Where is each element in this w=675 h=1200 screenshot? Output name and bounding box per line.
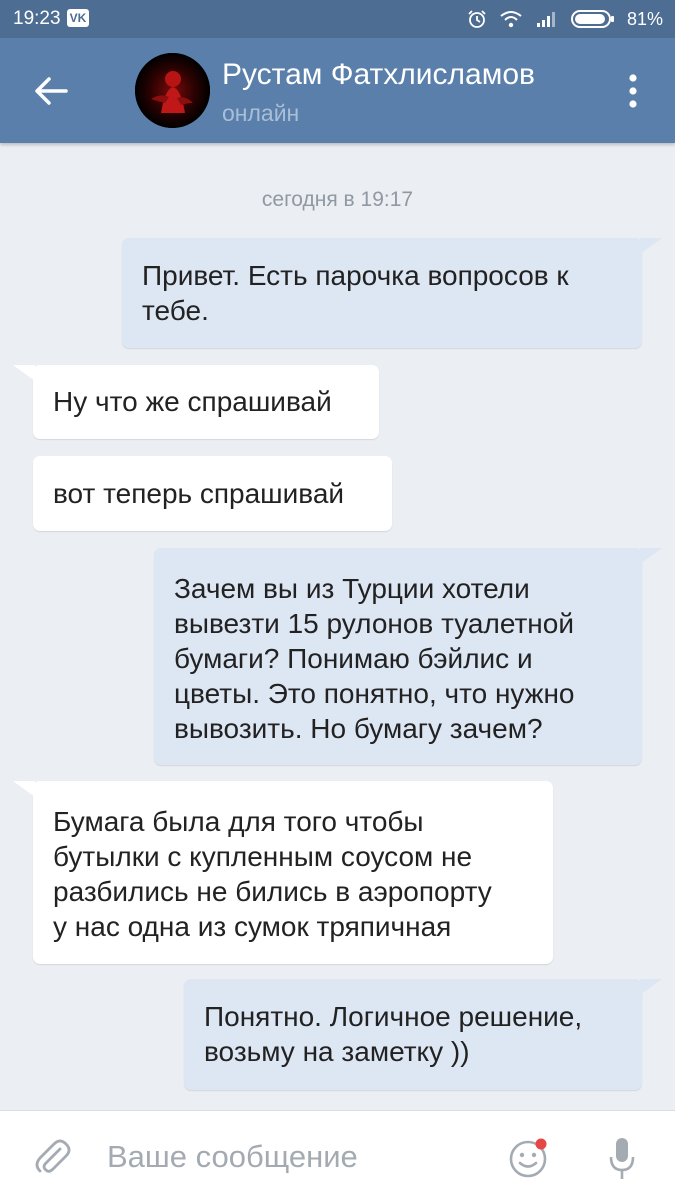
bubble-tail	[13, 365, 35, 381]
bubble-tail	[13, 781, 35, 797]
back-arrow-icon	[35, 77, 68, 105]
message-incoming[interactable]: Ну что же спрашивай	[33, 365, 379, 439]
message-composer	[0, 1110, 675, 1200]
message-incoming[interactable]: вот теперь спрашивай	[33, 456, 392, 531]
voice-message-button[interactable]	[606, 1135, 638, 1183]
avatar[interactable]	[135, 53, 210, 128]
message-text-line: Зачем вы из Турции хотели	[174, 573, 530, 604]
more-options-button[interactable]	[620, 68, 646, 114]
message-text-line: вывозить. Но бумагу зачем?	[174, 713, 543, 744]
message-text-line: разбились не бились в аэропорту	[53, 876, 492, 907]
message-text-line: бумаги? Понимаю бэйлис и	[174, 643, 533, 674]
message-text-line: цветы. Это понятно, что нужно	[174, 678, 575, 709]
message-outgoing[interactable]: Привет. Есть парочка вопросов к тебе.	[122, 238, 642, 348]
bubble-tail	[640, 548, 662, 564]
paperclip-icon	[35, 1139, 71, 1173]
message-text-line: возьму на заметку ))	[204, 1036, 470, 1067]
bubble-tail	[640, 238, 662, 254]
message-incoming[interactable]: Бумага была для того чтобы бутылки с куп…	[33, 781, 553, 964]
wifi-icon	[500, 11, 522, 28]
emoji-icon	[509, 1138, 547, 1178]
message-text-line: вот теперь спрашивай	[53, 478, 345, 509]
message-outgoing[interactable]: Зачем вы из Турции хотели вывезти 15 рул…	[154, 548, 642, 765]
status-icons: 81%	[467, 6, 663, 32]
message-text-line: Ну что же спрашивай	[53, 386, 332, 417]
alarm-icon	[468, 10, 486, 28]
presence-status: онлайн	[222, 100, 300, 126]
date-separator: сегодня в 19:17	[261, 188, 414, 211]
signal-icon	[536, 12, 555, 27]
bubble-tail	[640, 979, 662, 995]
status-bar: 19:23 VK 81%	[0, 0, 675, 38]
message-outgoing[interactable]: Понятно. Логичное решение, возьму на зам…	[184, 979, 642, 1090]
message-text-line: вывезти 15 рулонов туалетной	[174, 608, 574, 639]
chat-header: Рустам Фатхлисламов онлайн	[0, 38, 675, 143]
avatar-image	[135, 53, 210, 128]
battery-percent: 81%	[626, 8, 663, 29]
message-text-line: тебе.	[142, 295, 209, 326]
message-text-line: Понятно. Логичное решение,	[204, 1001, 583, 1032]
vk-notification-icon: VK	[67, 9, 89, 27]
microphone-icon	[609, 1138, 635, 1179]
message-text-line: бутылки с купленным соусом не	[53, 841, 473, 872]
battery-icon	[570, 10, 614, 28]
notification-dot	[535, 1138, 547, 1150]
contact-name[interactable]: Рустам Фатхлисламов	[222, 58, 535, 92]
message-text-line: Привет. Есть парочка вопросов к	[142, 260, 569, 291]
message-text-line: Бумага была для того чтобы	[53, 806, 424, 837]
back-button[interactable]	[28, 68, 74, 114]
status-time: 19:23	[13, 8, 61, 29]
message-list[interactable]: сегодня в 19:17 Привет. Есть парочка воп…	[0, 143, 675, 1110]
message-input[interactable]	[95, 1129, 490, 1185]
more-vert-icon	[629, 74, 637, 108]
message-text-line: у нас одна из сумок тряпичная	[53, 911, 452, 942]
attach-button[interactable]	[30, 1135, 74, 1179]
emoji-button[interactable]	[508, 1137, 550, 1179]
